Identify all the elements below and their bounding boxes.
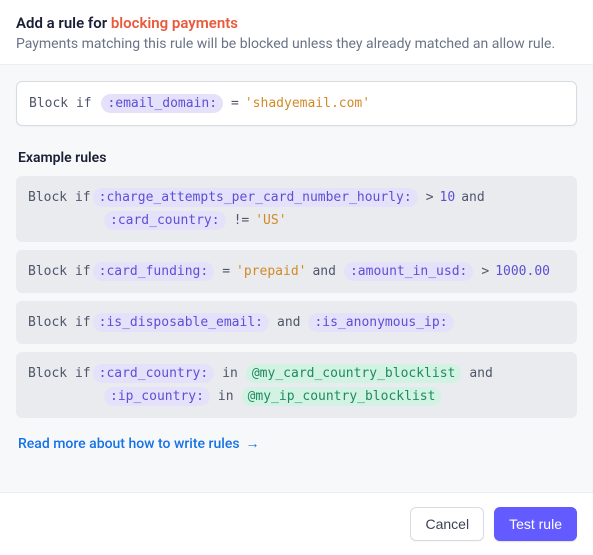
variable-pill: :card_funding: xyxy=(93,262,215,281)
operator: = xyxy=(231,96,239,111)
examples-list: Block if :charge_attempts_per_card_numbe… xyxy=(16,176,577,418)
variable-pill: :card_country: xyxy=(93,364,215,383)
operator: and xyxy=(461,190,484,205)
dialog-title: Add a rule for blocking payments xyxy=(16,14,577,32)
list-pill: @my_ip_country_blocklist xyxy=(242,387,442,406)
list-pill: @my_card_country_blocklist xyxy=(246,364,462,383)
examples-title: Example rules xyxy=(18,150,577,166)
number-literal: 1000.00 xyxy=(495,264,550,279)
keyword: Block if xyxy=(28,315,91,330)
dialog-footer: Cancel Test rule xyxy=(0,492,593,555)
operator: and xyxy=(469,366,492,381)
variable-pill: :ip_country: xyxy=(104,387,210,406)
operator: = xyxy=(222,264,230,279)
operator: != xyxy=(234,213,250,228)
number-literal: 10 xyxy=(440,190,456,205)
variable-pill: :charge_attempts_per_card_number_hourly: xyxy=(93,188,418,207)
string-literal: 'prepaid' xyxy=(236,264,306,279)
title-prefix: Add a rule for xyxy=(16,14,111,32)
variable-pill: :amount_in_usd: xyxy=(344,262,473,281)
dialog-body: Block if :email_domain: = 'shadyemail.com'… xyxy=(0,64,593,492)
arrow-right-icon: → xyxy=(246,437,260,451)
title-accent: blocking payments xyxy=(111,14,238,32)
string-literal: 'US' xyxy=(255,213,286,228)
test-rule-button[interactable]: Test rule xyxy=(494,507,577,541)
keyword: Block if xyxy=(29,96,99,111)
variable-pill: :card_country: xyxy=(104,211,226,230)
variable-pill: :is_disposable_email: xyxy=(93,313,269,332)
cancel-button[interactable]: Cancel xyxy=(410,507,484,541)
keyword: Block if xyxy=(28,366,91,381)
variable-pill: :email_domain: xyxy=(101,94,223,113)
operator: and xyxy=(277,315,300,330)
example-rule[interactable]: Block if :is_disposable_email: and :is_ano… xyxy=(16,301,577,344)
example-rule[interactable]: Block if :charge_attempts_per_card_numbe… xyxy=(16,176,577,242)
operator: > xyxy=(481,264,489,279)
operator: > xyxy=(426,190,434,205)
operator-in: in xyxy=(222,366,238,381)
rule-input[interactable]: Block if :email_domain: = 'shadyemail.com' xyxy=(16,81,577,126)
operator: and xyxy=(312,264,335,279)
operator-in: in xyxy=(218,389,234,404)
keyword: Block if xyxy=(28,264,91,279)
dialog-header: Add a rule for blocking payments Payment… xyxy=(0,0,593,64)
read-more-link[interactable]: Read more about how to write rules → xyxy=(18,436,260,452)
string-literal: 'shadyemail.com' xyxy=(245,96,370,111)
read-more-label: Read more about how to write rules xyxy=(18,436,240,452)
variable-pill: :is_anonymous_ip: xyxy=(308,313,453,332)
keyword: Block if xyxy=(28,190,91,205)
example-rule[interactable]: Block if :card_funding: = 'prepaid' and :amo… xyxy=(16,250,577,293)
example-rule[interactable]: Block if :card_country:in@my_card_countr… xyxy=(16,352,577,418)
dialog-subtitle: Payments matching this rule will be bloc… xyxy=(16,36,577,52)
